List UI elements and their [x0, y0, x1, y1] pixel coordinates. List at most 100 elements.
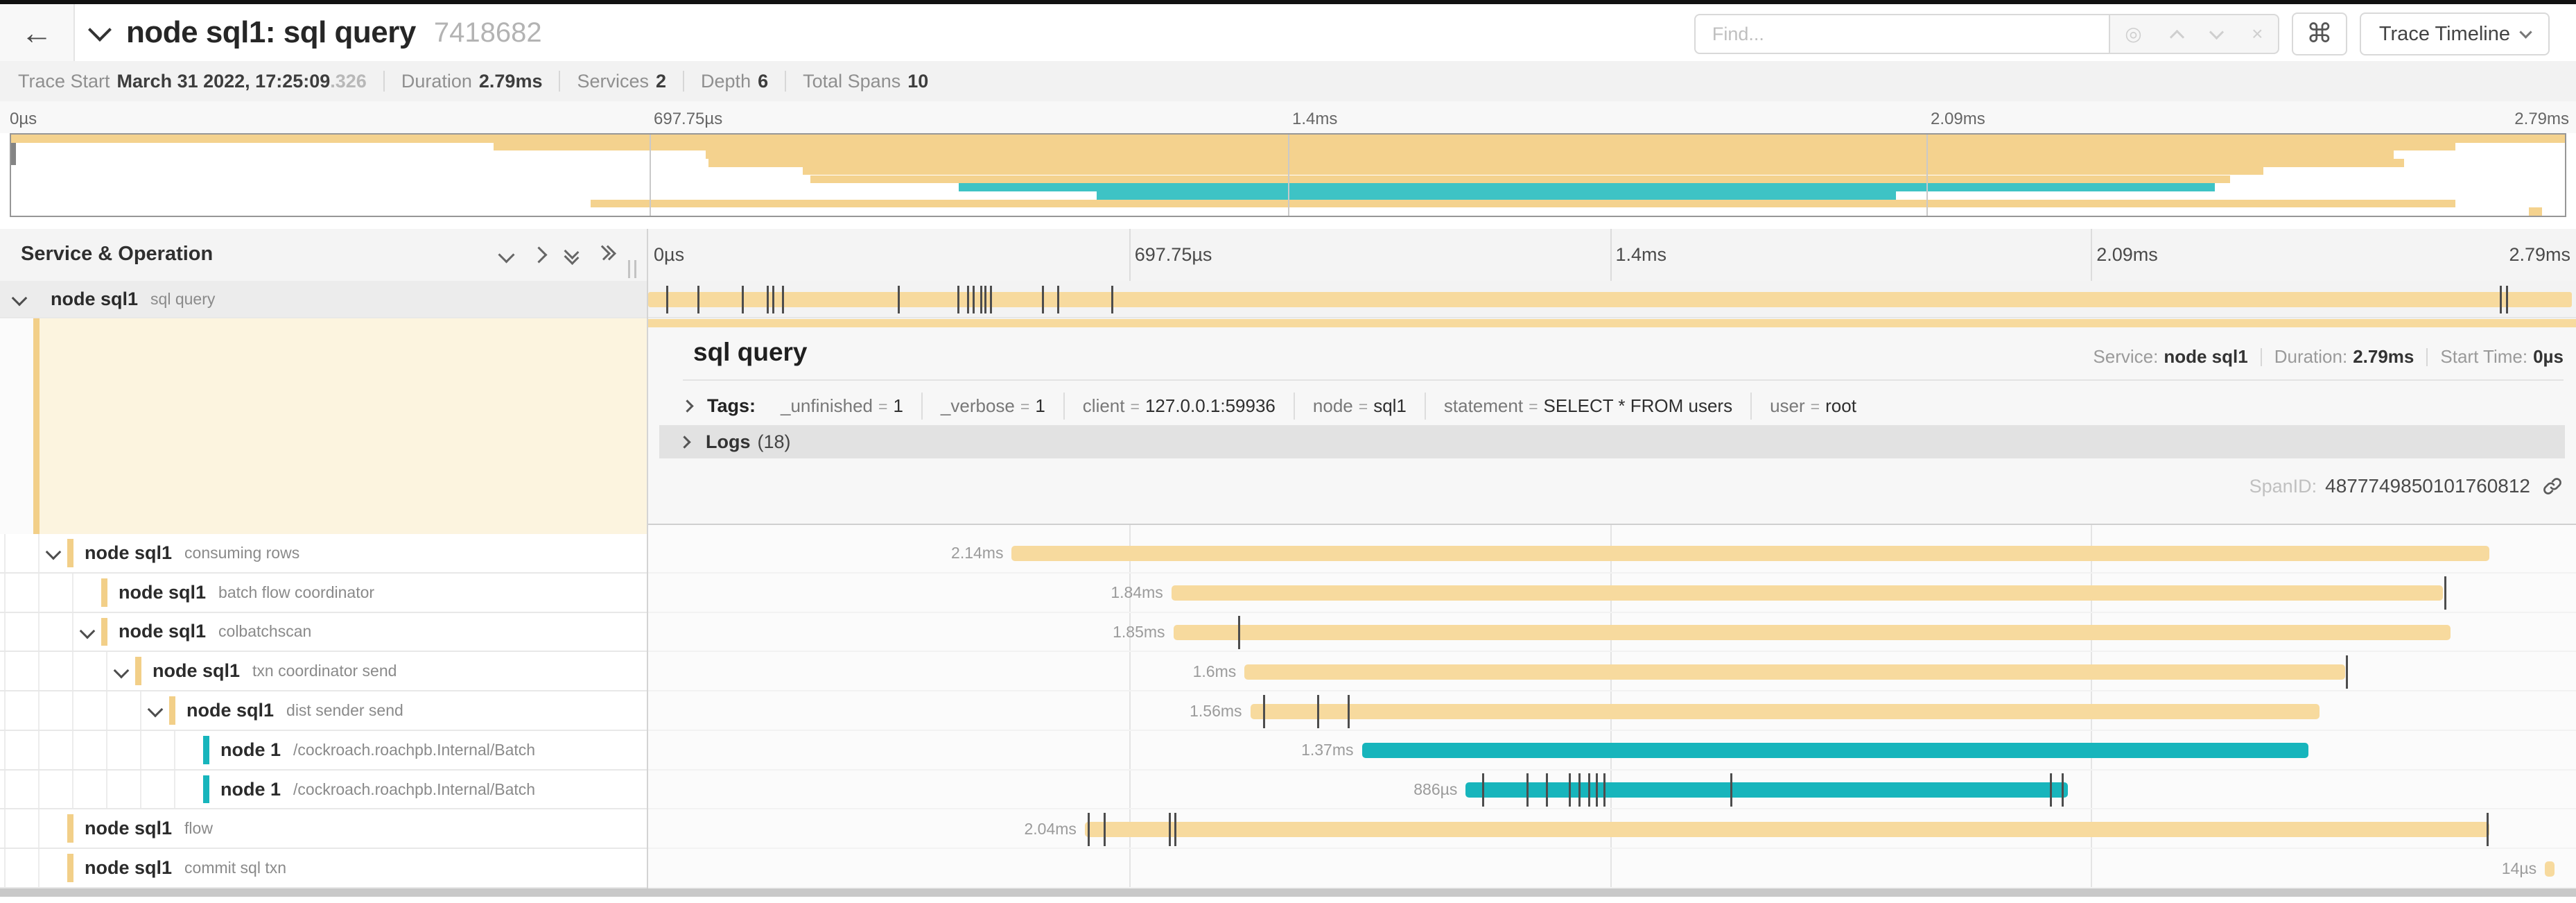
log-tick [2062, 773, 2064, 807]
axis-label: 0µs [10, 110, 37, 129]
service-label: Service: [2093, 346, 2158, 368]
axis-label: 1.4ms [1616, 244, 1667, 266]
span-bar[interactable] [1251, 704, 2320, 719]
axis-label: 1.4ms [1292, 110, 1337, 129]
axis-label: 0µs [654, 244, 684, 266]
axis-label: 697.75µs [1135, 244, 1212, 266]
chevron-down-icon[interactable] [2209, 24, 2224, 39]
total-spans-label: Total Spans [803, 71, 900, 92]
tag-value: 1 [1035, 395, 1045, 416]
chevron-down-icon[interactable] [82, 626, 93, 640]
span-bar[interactable] [1244, 664, 2344, 680]
expand-all-icon[interactable] [598, 247, 613, 262]
span-tree-row[interactable]: node sql1txn coordinator send [0, 652, 648, 691]
gridline [1288, 135, 1289, 216]
span-bar[interactable] [1011, 546, 2489, 561]
span-tree-row[interactable]: node sql1flow [0, 809, 648, 849]
tags-accordion[interactable]: Tags: _unfinished=1_verbose=1client=127.… [683, 389, 1874, 422]
chevron-down-icon[interactable] [116, 665, 127, 680]
span-bar[interactable] [1172, 585, 2443, 601]
chevron-up-icon[interactable] [2169, 29, 2184, 44]
duration-value: 2.79ms [479, 71, 543, 92]
logs-count: (18) [758, 431, 791, 453]
span-tree-row[interactable]: node sql1consuming rows [0, 534, 648, 574]
link-icon[interactable] [2541, 475, 2564, 497]
locate-icon[interactable]: ◎ [2125, 24, 2141, 44]
chevron-down-icon[interactable] [14, 293, 25, 307]
chevron-down-icon[interactable] [150, 704, 161, 719]
span-labels: node 1/cockroach.roachpb.Internal/Batch [220, 771, 535, 809]
equals-sign: = [1805, 397, 1825, 415]
gridline [650, 135, 651, 216]
services-value: 2 [656, 71, 666, 92]
duration-label: Duration [401, 71, 472, 92]
panel-divider[interactable] [647, 229, 648, 888]
span-service: node sql1 [85, 542, 172, 564]
span-timeline-row[interactable] [648, 849, 2576, 888]
span-bar[interactable] [1362, 743, 2308, 758]
clear-icon[interactable]: × [2252, 24, 2263, 44]
expand-one-icon[interactable] [530, 246, 547, 263]
trace-title-group[interactable]: node sql1: sql query 7418682 [92, 4, 542, 61]
indent-guide [4, 809, 6, 848]
trace-start-label: Trace Start [18, 71, 110, 92]
indent-guide [72, 652, 73, 690]
span-bar[interactable] [1174, 625, 2451, 640]
find-input[interactable] [1694, 14, 2110, 54]
log-tick [2050, 773, 2052, 807]
span-tree-row[interactable]: node sql1colbatchscan [0, 613, 648, 653]
trace-view-dropdown[interactable]: Trace Timeline [2360, 12, 2550, 55]
span-operation: /cockroach.roachpb.Internal/Batch [293, 741, 535, 759]
log-tick [967, 286, 969, 313]
trace-title: node sql1: sql query [126, 15, 416, 50]
chevron-down-icon[interactable] [48, 547, 59, 561]
horizontal-scrollbar[interactable] [0, 888, 2576, 897]
collapse-one-icon[interactable] [498, 246, 514, 263]
keyboard-shortcuts-button[interactable]: ⌘ [2292, 12, 2347, 55]
command-icon: ⌘ [2306, 19, 2333, 49]
indent-guide [174, 731, 175, 769]
panel-resize-grip[interactable] [628, 260, 636, 278]
log-tick [1104, 813, 1106, 846]
span-tree-row[interactable]: node 1/cockroach.roachpb.Internal/Batch [0, 771, 648, 810]
tag-list: _unfinished=1_verbose=1client=127.0.0.1:… [763, 393, 1874, 420]
chevron-right-icon [681, 399, 693, 412]
span-tree-row[interactable]: node sql1sql query [0, 281, 648, 318]
axis-label: 2.79ms [2514, 110, 2569, 129]
total-spans-value: 10 [907, 71, 928, 92]
axis-label: 2.09ms [1931, 110, 1985, 129]
minimap-span-bar [959, 183, 2216, 191]
span-tree-row[interactable]: node sql1commit sql txn [0, 849, 648, 888]
chevron-down-icon[interactable] [88, 18, 112, 42]
detail-row-left-background [40, 318, 648, 534]
trace-start-value: March 31 2022, 17:25:09 [117, 71, 331, 92]
indent-guide [106, 691, 107, 730]
selected-span-bar[interactable] [648, 319, 2576, 327]
span-tree-row[interactable]: node sql1dist sender send [0, 691, 648, 731]
tag-item: _unfinished=1 [763, 393, 921, 420]
span-operation: txn coordinator send [252, 662, 397, 680]
span-bar[interactable] [2545, 861, 2555, 877]
back-button[interactable]: ← [0, 4, 75, 61]
indent-guide [4, 574, 6, 612]
trace-minimap[interactable] [10, 133, 2566, 217]
span-bar[interactable] [1085, 822, 2489, 837]
indent-guide [4, 652, 6, 690]
logs-accordion[interactable]: Logs (18) [659, 425, 2565, 458]
span-service: node sql1 [119, 621, 206, 642]
span-tree-row[interactable]: node 1/cockroach.roachpb.Internal/Batch [0, 731, 648, 771]
log-tick [984, 286, 986, 313]
equals-sign: = [1015, 397, 1035, 415]
span-duration-label: 1.85ms [992, 623, 1165, 642]
minimap-span-bar [591, 200, 2455, 208]
span-tree-row[interactable]: node sql1batch flow coordinator [0, 574, 648, 613]
log-tick [1546, 773, 1548, 807]
span-bar[interactable] [1465, 782, 2068, 798]
span-bar[interactable] [648, 292, 2572, 307]
divider [683, 379, 2564, 381]
span-operation: dist sender send [286, 701, 403, 720]
panel-header: Service & Operation 0µs697.75µs1.4ms2.09… [0, 229, 2576, 283]
log-tick [990, 286, 992, 313]
log-tick [772, 286, 774, 313]
collapse-all-icon[interactable] [566, 247, 577, 262]
